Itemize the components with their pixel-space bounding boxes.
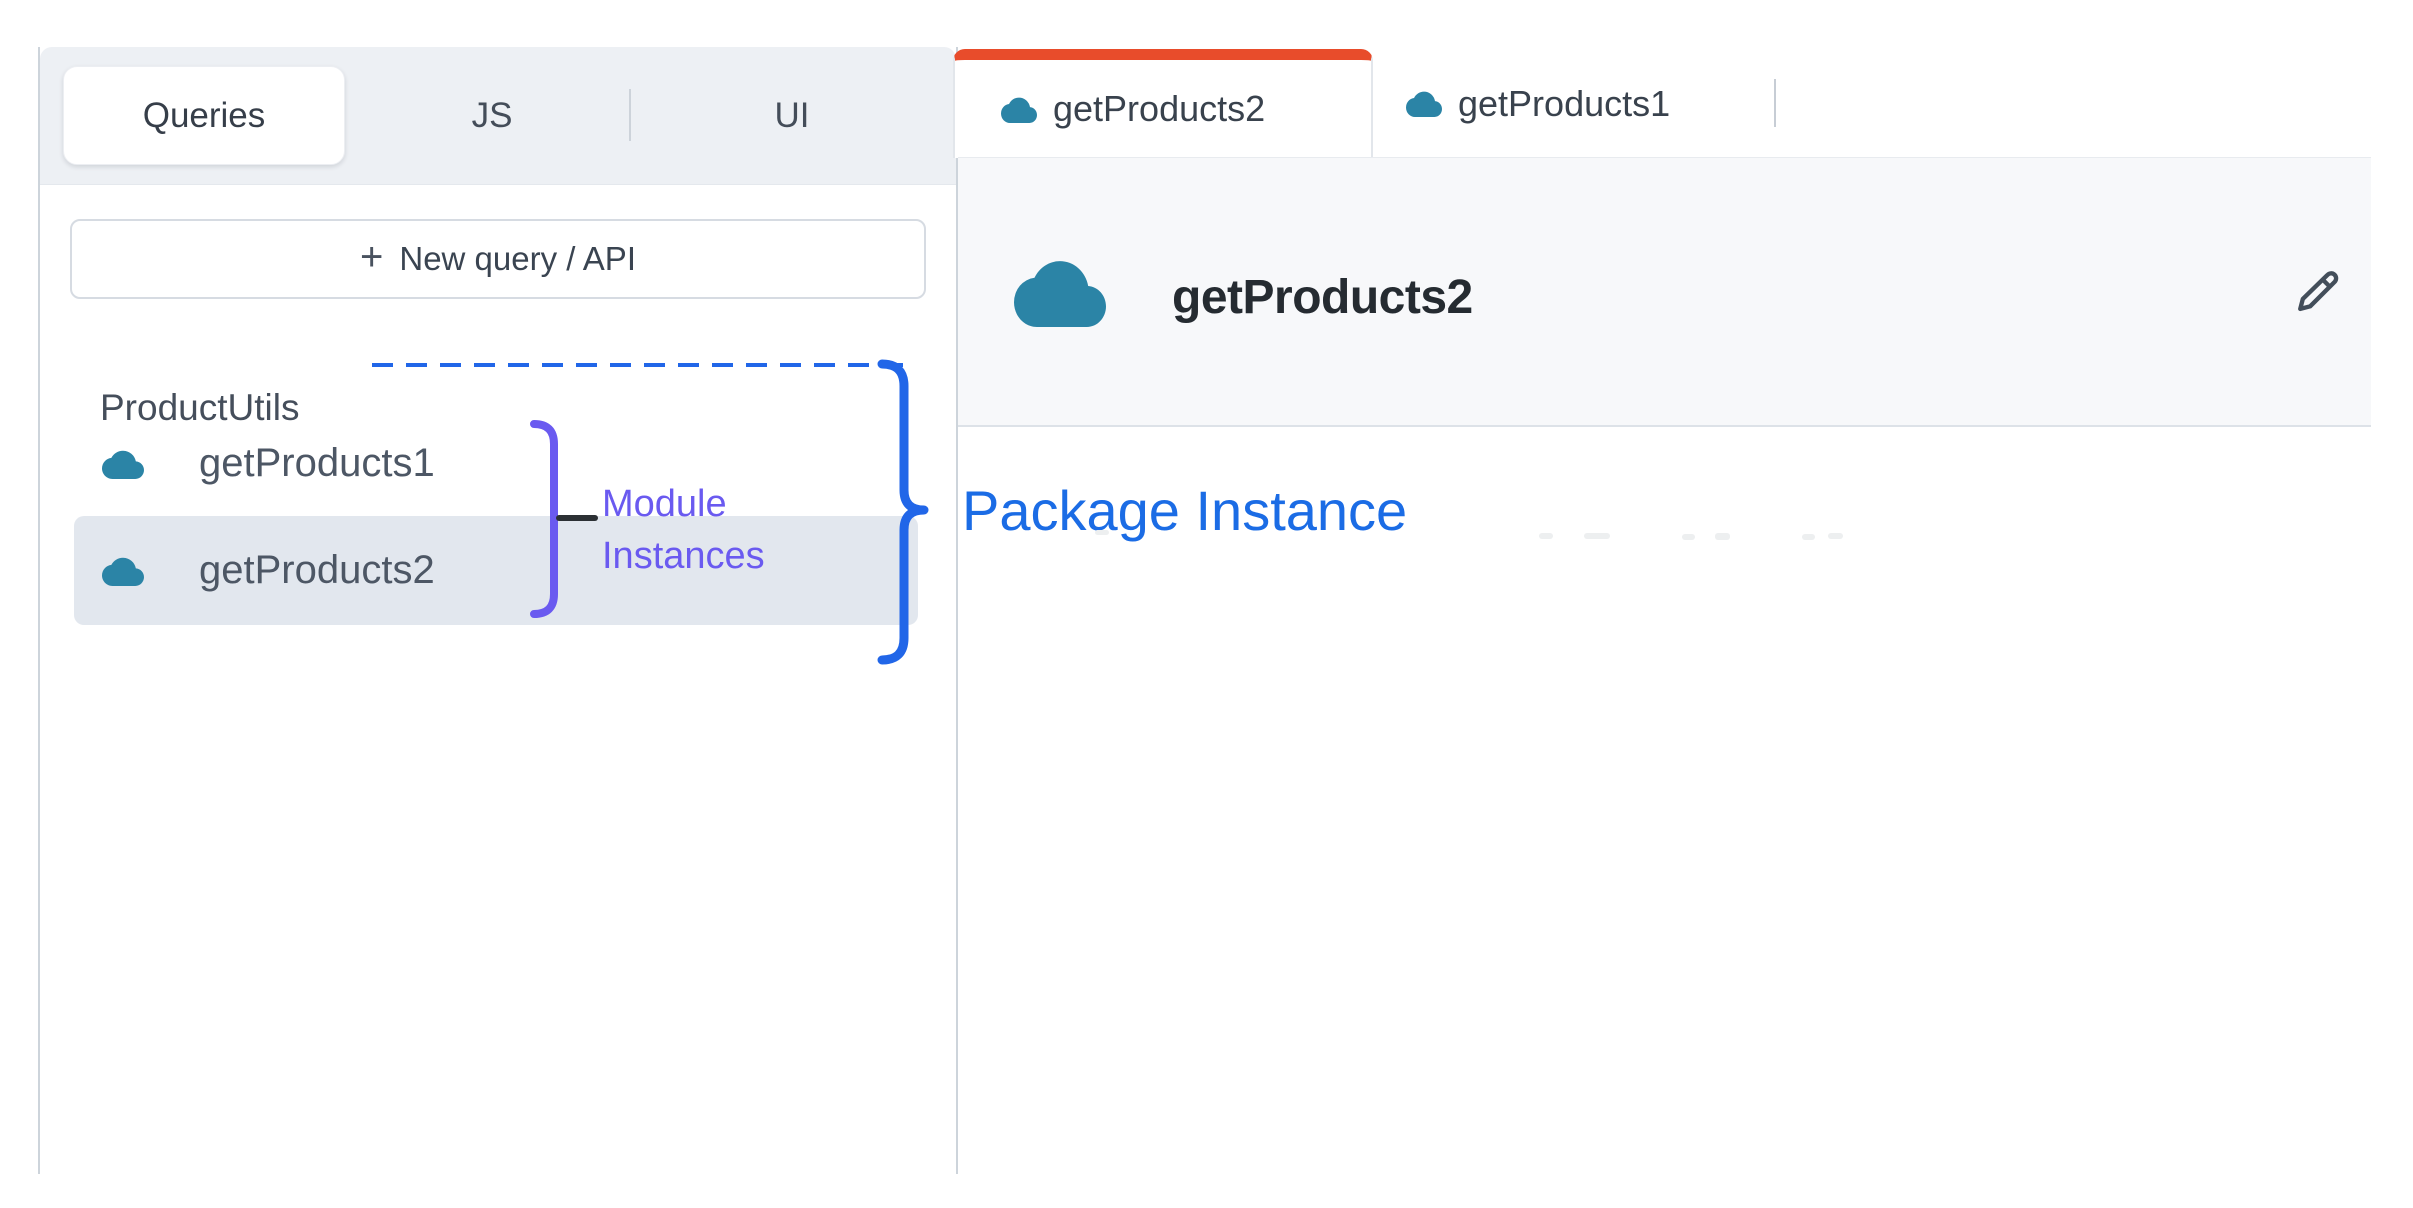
tab-js[interactable]: JS xyxy=(397,66,587,165)
sidebar-tab-bar: Queries JS UI xyxy=(40,47,956,185)
annotation-curly-brace xyxy=(872,356,942,668)
list-item-label: getProducts1 xyxy=(199,441,435,486)
editor-tab-divider xyxy=(1774,79,1776,127)
tab-ui[interactable]: UI xyxy=(697,66,887,165)
module-instances-annotation: Module Instances xyxy=(602,478,765,582)
plus-icon: + xyxy=(360,237,383,277)
annotation-dashed-connector xyxy=(372,363,904,367)
erased-text-artifact xyxy=(1715,533,1730,540)
module-instances-line2: Instances xyxy=(602,530,765,582)
query-title: getProducts2 xyxy=(1172,270,1473,325)
new-query-button[interactable]: + New query / API xyxy=(70,219,926,299)
editor-tab-label: getProducts1 xyxy=(1458,83,1670,125)
list-item-getproducts2-selected[interactable]: getProducts2 xyxy=(74,516,918,625)
tab-divider xyxy=(629,89,631,141)
annotation-pointer-dash xyxy=(556,515,598,521)
list-item-getproducts1[interactable]: getProducts1 xyxy=(74,413,918,514)
erased-text-artifact xyxy=(1539,533,1553,539)
query-header-panel xyxy=(958,157,2371,427)
erased-text-artifact xyxy=(1682,534,1695,540)
queries-sidebar: Queries JS UI + New query / API ProductU… xyxy=(38,47,958,1174)
app-window: Queries JS UI + New query / API ProductU… xyxy=(0,0,2413,1208)
cloud-icon xyxy=(1001,96,1037,123)
erased-text-artifact xyxy=(1095,530,1109,535)
tab-queries[interactable]: Queries xyxy=(63,66,345,165)
cloud-icon xyxy=(1406,90,1442,117)
new-query-label: New query / API xyxy=(399,240,636,278)
cloud-icon xyxy=(102,556,144,586)
module-instances-line1: Module xyxy=(602,478,765,530)
list-item-label: getProducts2 xyxy=(199,548,435,593)
cloud-icon xyxy=(102,449,144,479)
erased-text-artifact xyxy=(1802,534,1815,540)
editor-tab-label: getProducts2 xyxy=(1053,88,1265,130)
package-instance-annotation: Package Instance xyxy=(962,478,1407,543)
erased-text-artifact xyxy=(1828,533,1843,539)
edit-pencil-icon[interactable] xyxy=(2292,266,2344,318)
cloud-icon xyxy=(1014,257,1106,327)
erased-text-artifact xyxy=(1584,533,1610,539)
editor-tab-getproducts1[interactable]: getProducts1 xyxy=(1406,49,1746,158)
editor-tab-getproducts2-active[interactable]: getProducts2 xyxy=(953,49,1373,158)
